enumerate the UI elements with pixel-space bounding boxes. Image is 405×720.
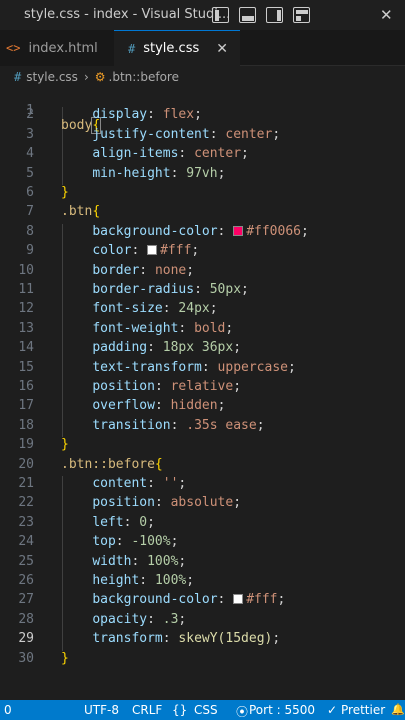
- editor-tabs: <> index.html # style.css ✕: [0, 30, 405, 66]
- window-title: style.css - index - Visual Studi...: [24, 7, 231, 22]
- code-line: 10 border: none;: [0, 263, 405, 282]
- status-bar: 0 UTF-8 CRLF {} CSS ⦿ Port : 5500 ✓ Pret…: [0, 700, 405, 720]
- line-number: 23: [18, 514, 34, 530]
- bell-icon[interactable]: 🔔: [391, 703, 405, 716]
- code-line: 14 padding: 18px 36px;: [0, 340, 405, 359]
- code-line: 26 height: 100%;: [0, 573, 405, 592]
- line-number: 15: [18, 359, 34, 375]
- line-number: 19: [18, 437, 34, 453]
- close-tab-icon[interactable]: ✕: [216, 41, 228, 57]
- line-number: 11: [18, 282, 34, 297]
- line-number: 24: [18, 534, 34, 550]
- symbol-class-icon: ⚙: [94, 70, 106, 84]
- broadcast-icon: ⦿: [236, 705, 249, 719]
- code-line: 25 width: 100%;: [0, 554, 405, 573]
- code-line: 17 overflow: hidden;: [0, 398, 405, 417]
- line-number: 21: [18, 476, 34, 491]
- code-line: 6}: [0, 185, 405, 204]
- code-line: 11 border-radius: 50px;: [0, 282, 405, 301]
- line-number: 25: [18, 553, 34, 569]
- line-number: 14: [18, 340, 34, 356]
- line-number: 4: [26, 146, 34, 162]
- line-number: 16: [18, 379, 34, 394]
- tab-style-css[interactable]: # style.css ✕: [114, 30, 240, 66]
- code-line: 13 font-weight: bold;: [0, 321, 405, 340]
- line-number: 26: [18, 573, 34, 588]
- code-line: 8 background-color: #ff0066;: [0, 224, 405, 243]
- code-line: 4 align-items: center;: [0, 146, 405, 165]
- tab-index-html[interactable]: <> index.html: [0, 30, 114, 66]
- line-number: 13: [18, 320, 34, 336]
- line-number: 3: [26, 126, 34, 142]
- line-number: 5: [26, 165, 34, 181]
- code-line: 16 position: relative;: [0, 379, 405, 398]
- tab-label: index.html: [28, 40, 98, 56]
- code-line: 12 font-size: 24px;: [0, 301, 405, 320]
- problems-count[interactable]: 0: [4, 703, 12, 717]
- css-file-icon: #: [128, 41, 136, 56]
- code-line: 23 left: 0;: [0, 515, 405, 534]
- code-line: 24 top: -100%;: [0, 534, 405, 553]
- line-number: 18: [18, 417, 34, 433]
- color-swatch[interactable]: [233, 594, 244, 605]
- line-number: 10: [18, 262, 34, 278]
- line-number: 29: [18, 631, 34, 647]
- code-line: 28 opacity: .3;: [0, 612, 405, 631]
- prettier-status[interactable]: Prettier: [341, 703, 385, 717]
- line-number: 6: [26, 185, 34, 200]
- encoding-selector[interactable]: UTF-8: [84, 703, 119, 717]
- check-double-icon: ✓: [327, 703, 338, 717]
- customize-layout-icon[interactable]: [293, 7, 310, 23]
- line-number: 2: [26, 107, 34, 123]
- line-number: 30: [18, 650, 34, 666]
- code-line: 30}: [0, 651, 405, 670]
- title-bar: style.css - index - Visual Studi... ✕: [0, 0, 405, 30]
- toggle-primary-sidebar-icon[interactable]: [212, 7, 229, 23]
- code-line: 18 transition: .35s ease;: [0, 418, 405, 437]
- line-number: 28: [18, 611, 34, 627]
- breadcrumb-symbol[interactable]: .btn::before: [109, 70, 179, 84]
- breadcrumb: # style.css › ⚙ .btn::before: [0, 66, 405, 88]
- code-line: 22 position: absolute;: [0, 495, 405, 514]
- line-number: 9: [26, 243, 34, 259]
- code-line: 1 body{: [0, 88, 405, 134]
- code-line: 9 color: #fff;: [0, 243, 405, 262]
- tab-label: style.css: [143, 41, 200, 56]
- line-number: 8: [26, 223, 34, 239]
- code-line: 15 text-transform: uppercase;: [0, 360, 405, 379]
- line-number: 12: [18, 301, 34, 317]
- toggle-secondary-sidebar-icon[interactable]: [266, 7, 283, 23]
- code-line-active: 29 transform: skewY(15deg);: [0, 631, 405, 650]
- code-line: 2 display: flex;: [0, 107, 405, 126]
- chevron-right-icon: ›: [83, 70, 89, 84]
- live-server-port[interactable]: Port : 5500: [249, 703, 315, 717]
- layout-controls: [212, 7, 310, 23]
- color-swatch[interactable]: [147, 245, 158, 256]
- eol-selector[interactable]: CRLF: [132, 703, 162, 717]
- line-number: 17: [18, 398, 34, 414]
- code-line: 21 content: '';: [0, 476, 405, 495]
- color-swatch[interactable]: [233, 225, 244, 236]
- braces-icon: {}: [172, 703, 188, 717]
- code-line: 5 min-height: 97vh;: [0, 166, 405, 185]
- window-close-button[interactable]: ✕: [380, 6, 393, 24]
- line-number: 7: [26, 204, 34, 220]
- line-number: 22: [18, 495, 34, 511]
- html-file-icon: <>: [6, 41, 21, 55]
- language-mode[interactable]: CSS: [194, 703, 218, 717]
- code-line: 3 justify-content: center;: [0, 127, 405, 146]
- code-editor[interactable]: 1 body{ 2 display: flex; 3 justify-conte…: [0, 88, 405, 700]
- toggle-panel-icon[interactable]: [239, 7, 256, 23]
- breadcrumb-file[interactable]: style.css: [26, 70, 78, 84]
- css-file-icon: #: [14, 70, 22, 84]
- line-number: 20: [18, 456, 34, 472]
- code-line: 19}: [0, 437, 405, 456]
- code-line: 27 background-color: #fff;: [0, 592, 405, 611]
- code-line: 7 .btn{: [0, 204, 405, 223]
- code-line: 20 .btn::before{: [0, 457, 405, 476]
- line-number: 27: [18, 592, 34, 608]
